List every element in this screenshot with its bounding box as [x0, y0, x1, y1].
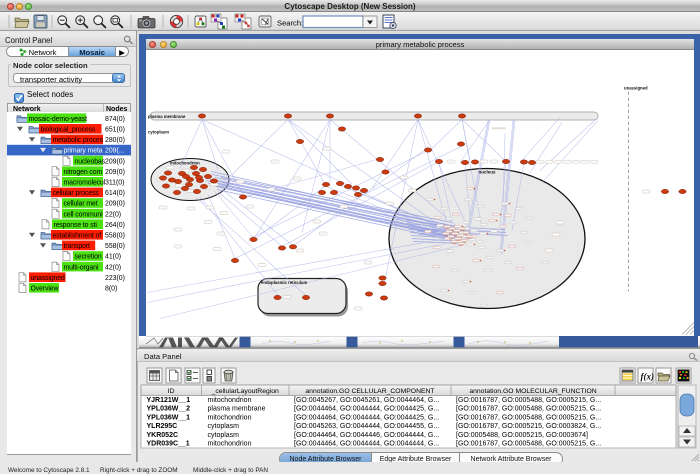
svg-text:YPL036W__1: YPL036W__1 [147, 414, 191, 421]
svg-text:[GO:0044464, GO:0044444, GO:00: [GO:0044464, GO:0044444, GO:0044425, G..… [294, 414, 439, 421]
svg-text:multi-organi: multi-organi [64, 264, 99, 271]
svg-text:209(0): 209(0) [105, 158, 125, 165]
svg-text:plasma membrane: plasma membrane [148, 114, 186, 119]
svg-text:ID: ID [168, 388, 175, 395]
svg-text:22(0): 22(0) [105, 211, 121, 218]
svg-text:874(0): 874(0) [105, 116, 125, 123]
svg-text:264(0): 264(0) [105, 222, 125, 229]
svg-text:mitochondrion: mitochondrion [208, 441, 252, 448]
svg-text:[GO:0045263, GO:0044444, GO:00: [GO:0045263, GO:0044444, GO:0044455, G..… [294, 423, 439, 430]
svg-text:[GO:0016787, GO:0005488, GO:00: [GO:0016787, GO:0005488, GO:0005215, G..… [456, 441, 601, 448]
svg-text:macromolecul: macromolecul [64, 180, 106, 187]
svg-text:mitochondrion: mitochondrion [208, 414, 252, 421]
svg-text:8(0): 8(0) [105, 286, 117, 293]
svg-text:f(x): f(x) [641, 372, 655, 382]
svg-text:YJR121W__1: YJR121W__1 [147, 397, 191, 404]
svg-text:annotation.GO CELLULAR_COMPONE: annotation.GO CELLULAR_COMPONENT [305, 388, 434, 395]
svg-text:YLR295C: YLR295C [147, 423, 178, 430]
svg-text:response to sti: response to sti [54, 222, 98, 229]
svg-text:614(0): 614(0) [105, 190, 125, 197]
svg-text:nitrogen com: nitrogen com [64, 169, 103, 176]
svg-text:YDR039C__1: YDR039C__1 [147, 441, 190, 448]
svg-text:annotation.GO MOLECULAR_FUNCTI: annotation.GO MOLECULAR_FUNCTION [469, 388, 596, 395]
svg-text:cytoplasm: cytoplasm [208, 423, 240, 430]
svg-text:cellular met: cellular met [64, 201, 98, 208]
svg-text:[GO:0044464, GO:0044444, GO:00: [GO:0044464, GO:0044444, GO:0044425, G..… [294, 406, 439, 413]
svg-text:[GO:0044464, GO:0044446, GO:00: [GO:0044464, GO:0044446, GO:0044444, G..… [294, 432, 439, 439]
svg-text:establishment of: establishment of [53, 233, 102, 240]
svg-text:transport: transport [64, 243, 90, 250]
svg-text:[GO:0005488, GO:0005215, GO:00: [GO:0005488, GO:0005215, GO:0003674] [456, 432, 588, 439]
svg-text:nucleus: nucleus [479, 169, 497, 174]
svg-text:[GO:0044464, GO:0044444, GO:00: [GO:0044464, GO:0044444, GO:0044444, G..… [294, 441, 439, 448]
svg-text:[GO:0016787, GO:0005215, GO:00: [GO:0016787, GO:0005215, GO:0003824, G..… [456, 423, 601, 430]
svg-text:209(0): 209(0) [105, 169, 125, 176]
svg-text:[GO:0016787, GO:0005488, GO:00: [GO:0016787, GO:0005488, GO:0005215, G..… [456, 406, 601, 413]
svg-text:cell communi: cell communi [64, 211, 104, 218]
svg-text:[GO:0016787, GO:0005488, GO:00: [GO:0016787, GO:0005488, GO:0005215, G..… [456, 397, 601, 404]
svg-text:Search:: Search: [277, 18, 303, 27]
svg-text:_cellularLayoutRegion: _cellularLayoutRegion [211, 388, 279, 395]
svg-text:558(0): 558(0) [105, 233, 125, 240]
svg-text:YPL036W__2: YPL036W__2 [147, 406, 191, 413]
svg-text:41(0): 41(0) [105, 254, 121, 261]
svg-text:280(0): 280(0) [105, 137, 125, 144]
svg-text:cytoplasm: cytoplasm [208, 432, 240, 439]
svg-text:42(0): 42(0) [105, 264, 121, 271]
svg-text:plasma membrane: plasma membrane [208, 406, 266, 413]
svg-text:endoplasmic reticulum: endoplasmic reticulum [261, 280, 308, 285]
svg-text:558(0): 558(0) [105, 243, 125, 250]
svg-text:unassigned: unassigned [31, 275, 66, 282]
svg-text:mosaic-demo-yeast: mosaic-demo-yeast [29, 116, 88, 123]
svg-text:cellular process: cellular process [53, 190, 100, 197]
svg-text:cytoplasm: cytoplasm [148, 129, 169, 134]
svg-text:mitochondrion: mitochondrion [170, 160, 200, 165]
svg-text:209(...: 209(... [105, 148, 125, 155]
svg-text:651(0): 651(0) [105, 127, 125, 134]
svg-text:primary meta: primary meta [64, 148, 103, 155]
svg-text:biological_process: biological_process [41, 127, 97, 134]
svg-text:Overview: Overview [31, 286, 59, 293]
svg-text:unassigned: unassigned [624, 85, 648, 90]
svg-text:metabolic proces: metabolic proces [53, 137, 104, 144]
svg-text:nucleobas: nucleobas [75, 158, 106, 165]
svg-text:209(0): 209(0) [105, 201, 125, 208]
svg-text:[GO:0016787, GO:0005488, GO:00: [GO:0016787, GO:0005488, GO:0005215, G..… [456, 414, 601, 421]
svg-text:223(0): 223(0) [105, 275, 125, 282]
svg-text:secretion: secretion [75, 254, 102, 261]
svg-text:[GO:0045267, GO:0045261, GO:00: [GO:0045267, GO:0045261, GO:0044464, G..… [294, 397, 439, 404]
svg-text:mitochondrion: mitochondrion [208, 397, 252, 404]
svg-text:YKR052C: YKR052C [147, 432, 179, 439]
svg-text:311(0): 311(0) [105, 180, 124, 187]
